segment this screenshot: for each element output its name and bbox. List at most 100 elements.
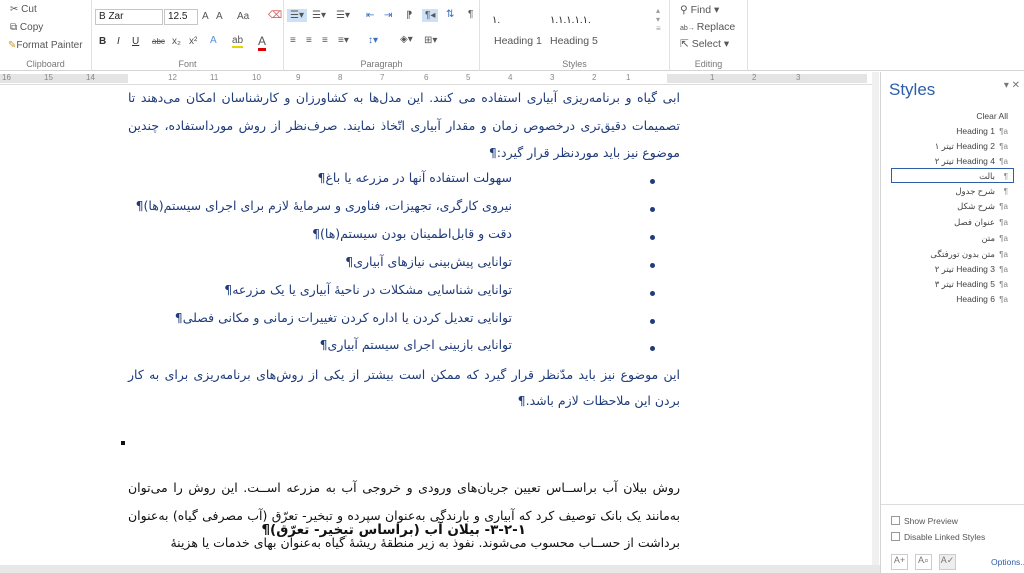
change-case-button[interactable]: Aa <box>237 11 249 22</box>
show-preview-checkbox[interactable] <box>891 516 900 525</box>
numbering-icon[interactable]: ☰▾ <box>312 10 326 21</box>
clear-formatting-icon[interactable]: ⌫ <box>268 10 282 21</box>
font-name-select[interactable]: B Zar <box>95 9 163 25</box>
ruler-tick: 10 <box>252 73 261 82</box>
style-item[interactable]: شرح جدول ¶ <box>955 184 1008 198</box>
paragraph-style-icon: ¶ <box>1003 187 1008 196</box>
show-marks-button[interactable]: ¶ <box>468 9 473 20</box>
italic-button[interactable]: I <box>117 36 120 47</box>
align-right-icon[interactable]: ≡ <box>322 35 328 46</box>
editing-label: Editing <box>694 59 723 69</box>
text-effects-icon[interactable]: A <box>210 35 217 46</box>
pane-options-icon[interactable]: ▾ ✕ <box>1004 80 1020 91</box>
document-page[interactable]: ابی گیاه و برنامه‌ریزی آبیاری استفاده می… <box>0 86 872 565</box>
ruler[interactable]: 16 15 14 12 11 10 9 8 7 6 5 4 3 2 1 1 2 … <box>0 72 878 85</box>
ruler-tick: 12 <box>168 73 177 82</box>
ruler-tick: 5 <box>466 73 471 82</box>
list-item: توانایی شناسایی مشکلات در ناحیهٔ آبیاری … <box>224 282 512 297</box>
font-color-button[interactable]: A <box>258 34 267 51</box>
ruler-tick: 15 <box>44 73 53 82</box>
select-button[interactable]: ⇱ Select ▾ <box>680 38 729 50</box>
underline-button[interactable]: U <box>132 36 139 47</box>
line-spacing-icon[interactable]: ↕▾ <box>368 35 378 46</box>
linked-style-icon: ¶a <box>999 202 1008 211</box>
bold-button[interactable]: B <box>99 36 106 47</box>
style-item[interactable]: شرح شکل ¶a <box>957 199 1008 213</box>
bullets-icon[interactable]: ☰▾ <box>287 9 307 22</box>
styles-group: ۱. Heading 1 ۱.۱.۱.۱.۱. Heading 5 ▴ ▾ ≡ St… <box>480 0 670 71</box>
align-left-icon[interactable]: ≡ <box>290 35 296 46</box>
style-inspector-icon: A⌕ <box>917 555 930 565</box>
find-button[interactable]: ⚲ Find ▾ <box>680 4 719 16</box>
ruler-tick: 8 <box>338 73 343 82</box>
ltr-icon[interactable]: ⁋ <box>406 10 412 21</box>
style-item[interactable]: Heading 6 ¶a <box>956 292 1008 306</box>
disable-linked-styles-checkbox[interactable] <box>891 532 900 541</box>
increase-indent-icon[interactable]: ⇥ <box>384 10 392 21</box>
superscript-button[interactable]: x² <box>189 36 197 47</box>
new-style-button[interactable]: A+ <box>891 554 908 570</box>
ruler-tick: 9 <box>296 73 301 82</box>
copy-button[interactable]: ⧉ Copy <box>10 22 43 33</box>
cut-button[interactable]: ✂ Cut <box>10 4 37 15</box>
ruler-tick: 16 <box>2 73 11 82</box>
style-item[interactable]: متن بدون تورفتگی ¶a <box>930 247 1008 261</box>
multilevel-list-icon[interactable]: ☰▾ <box>336 10 350 21</box>
grow-font-button[interactable]: A <box>202 11 209 22</box>
manage-styles-button[interactable]: A✓ <box>939 554 956 570</box>
style-item[interactable]: تیتر ۱ Heading 2 ¶a <box>935 139 1008 153</box>
style-item[interactable]: متن ¶a <box>981 231 1008 245</box>
list-item: توانایی تعدیل کردن یا اداره کردن تغییرات… <box>174 310 512 325</box>
linked-style-icon: ¶a <box>999 142 1008 151</box>
bullet-icon <box>650 263 655 268</box>
list-item: توانایی پیش‌بینی نیازهای آبیاری¶ <box>345 254 512 269</box>
status-area <box>0 565 880 573</box>
shrink-font-button[interactable]: A <box>216 11 223 22</box>
style-heading-5[interactable]: Heading 5 <box>550 35 598 47</box>
style-item-selected[interactable]: بالت ¶ <box>891 168 1014 183</box>
ruler-tick: 14 <box>86 73 95 82</box>
list-item: سهولت استفاده آنها در مزرعه یا باغ¶ <box>317 170 512 185</box>
paragraph: ابی گیاه و برنامه‌ریزی آبیاری استفاده می… <box>128 90 680 160</box>
style-preview: ۱. <box>492 15 501 26</box>
style-inspector-button[interactable]: A⌕ <box>915 554 932 570</box>
styles-pane: Styles ▾ ✕ Clear All Heading 1 ¶a تیتر ۱ … <box>880 72 1024 573</box>
style-item[interactable]: Heading 1 ¶a <box>956 124 1008 138</box>
bullet-icon <box>650 235 655 240</box>
new-style-icon: A+ <box>893 555 906 565</box>
borders-icon[interactable]: ⊞▾ <box>424 35 437 46</box>
replace-button[interactable]: ab→ Replace <box>680 21 735 33</box>
strikethrough-button[interactable]: abc <box>152 37 165 46</box>
font-size-select[interactable]: 12.5 <box>164 9 198 25</box>
style-item[interactable]: تیتر ۳ Heading 5 ¶a <box>935 277 1008 291</box>
clear-all-button[interactable]: Clear All <box>976 109 1008 123</box>
sort-icon[interactable]: ⇅ <box>446 9 454 20</box>
cursor-icon: ⇱ <box>680 38 692 50</box>
list-item: نیروی کارگری، تجهیزات، فناوری و سرمایهٔ … <box>135 198 512 213</box>
align-center-icon[interactable]: ≡ <box>306 35 312 46</box>
subscript-button[interactable]: x₂ <box>172 36 181 47</box>
styles-label: Styles <box>562 59 587 69</box>
vertical-scrollbar[interactable] <box>872 72 879 565</box>
ruler-tick: 3 <box>796 73 801 82</box>
style-item[interactable]: تیتر ۲ Heading 4 ¶a <box>935 154 1008 168</box>
style-item[interactable]: تیتر ۲ Heading 3 ¶a <box>935 262 1008 276</box>
decrease-indent-icon[interactable]: ⇤ <box>366 10 374 21</box>
gallery-scroll-icon[interactable]: ▴ ▾ ≡ <box>656 6 661 33</box>
disable-linked-styles-label: Disable Linked Styles <box>904 532 986 542</box>
style-heading-1[interactable]: Heading 1 <box>494 35 542 47</box>
show-preview-label: Show Preview <box>904 516 958 526</box>
rtl-icon[interactable]: ¶◂ <box>422 9 439 22</box>
paragraph-group: ☰▾ ☰▾ ☰▾ ⇤ ⇥ ⁋ ¶◂ ⇅ ¶ ≡ ≡ ≡ ≡▾ ↕▾ ◈▾ ⊞▾ … <box>284 0 480 71</box>
format-painter-button[interactable]: ✎Format Painter <box>8 40 83 51</box>
justify-icon[interactable]: ≡▾ <box>338 35 349 46</box>
linked-style-icon: ¶a <box>999 265 1008 274</box>
linked-style-icon: ¶a <box>999 218 1008 227</box>
binoculars-icon: ⚲ <box>680 4 691 16</box>
highlight-button[interactable]: ab <box>232 35 244 48</box>
shading-icon[interactable]: ◈▾ <box>400 34 413 45</box>
replace-icon: ab→ <box>680 25 697 32</box>
options-link[interactable]: Options... <box>991 557 1024 567</box>
list-item: توانایی بازبینی اجرای سیستم آبیاری¶ <box>319 337 512 352</box>
style-item[interactable]: عنوان فصل ¶a <box>954 215 1008 229</box>
